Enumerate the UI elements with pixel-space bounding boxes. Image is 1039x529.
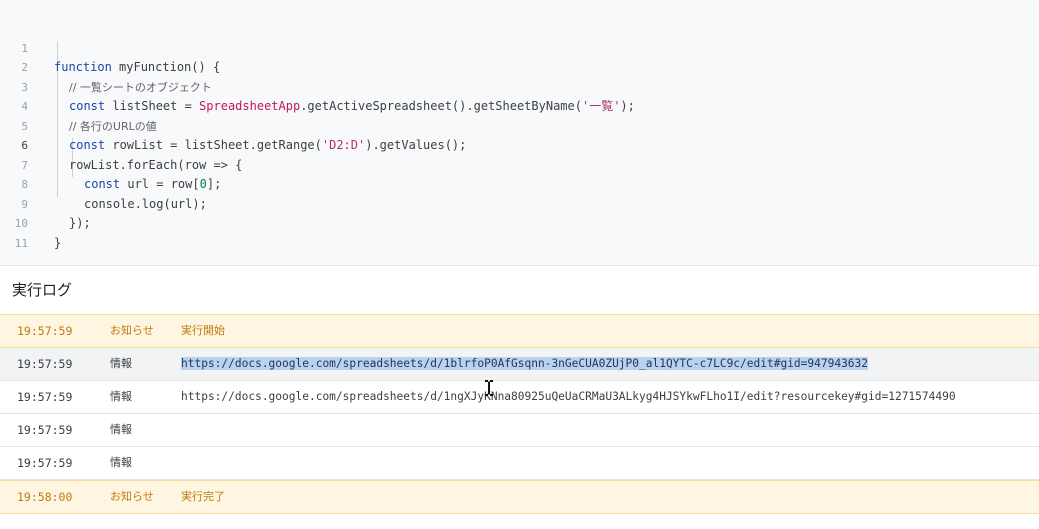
code-line[interactable]: 1 function myFunction() {	[0, 19, 1039, 75]
log-message: 実行開始	[181, 324, 225, 337]
log-message[interactable]: https://docs.google.com/spreadsheets/d/1…	[181, 348, 869, 380]
code-line[interactable]: 4 // 各行のURLの値	[0, 78, 1039, 133]
code-line[interactable]: 11	[0, 214, 1039, 250]
code-line[interactable]: 8 console.log(url);	[0, 156, 1039, 211]
code-line[interactable]: 9 });	[0, 175, 1039, 231]
log-title: 実行ログ	[12, 281, 73, 299]
log-severity: 情報	[110, 456, 132, 469]
log-severity: 情報	[110, 423, 132, 436]
log-message[interactable]: https://docs.google.com/spreadsheets/d/1…	[181, 381, 956, 413]
log-time: 19:57:59	[17, 423, 73, 437]
log-severity: お知らせ	[110, 324, 154, 337]
selected-text[interactable]: https://docs.google.com/spreadsheets/d/1…	[181, 357, 869, 370]
log-severity: 情報	[110, 390, 132, 403]
log-table: 19:57:59 お知らせ 実行開始 19:57:59 情報 https://d…	[0, 314, 1039, 514]
log-message: 実行完了	[181, 490, 225, 503]
code-text: }	[54, 235, 62, 250]
log-severity: お知らせ	[110, 490, 154, 503]
log-time: 19:57:59	[17, 357, 73, 371]
log-row: 19:58:00 お知らせ 実行完了	[0, 480, 1039, 514]
log-row: 19:57:59 お知らせ 実行開始	[0, 314, 1039, 348]
code-line[interactable]: 10 }	[0, 195, 1039, 250]
log-row: 19:57:59 情報	[0, 447, 1039, 480]
code-line[interactable]: 7 const url = row[0];	[0, 136, 1039, 192]
code-line[interactable]: 5 const rowList = listSheet.getRange('D2…	[0, 97, 1039, 153]
log-time: 19:57:59	[17, 324, 73, 338]
log-row: 19:57:59 情報 https://docs.google.com/spre…	[0, 348, 1039, 381]
code-editor[interactable]: 1 function myFunction() { 2 // 一覧シートのオブジ…	[0, 0, 1039, 266]
log-time: 19:58:00	[17, 490, 73, 504]
log-time: 19:57:59	[17, 456, 73, 470]
text-cursor-icon	[483, 380, 495, 396]
log-row: 19:57:59 情報	[0, 414, 1039, 447]
log-severity: 情報	[110, 357, 132, 370]
code-line-current[interactable]: 6 rowList.forEach(row => {	[0, 117, 1039, 172]
line-number: 11	[14, 236, 28, 250]
code-line[interactable]: 2 // 一覧シートのオブジェクト	[0, 39, 1039, 94]
log-row: 19:57:59 情報 https://docs.google.com/spre…	[0, 381, 1039, 414]
code-line[interactable]: 3 const listSheet = SpreadsheetApp.getAc…	[0, 58, 1039, 114]
log-time: 19:57:59	[17, 390, 73, 404]
